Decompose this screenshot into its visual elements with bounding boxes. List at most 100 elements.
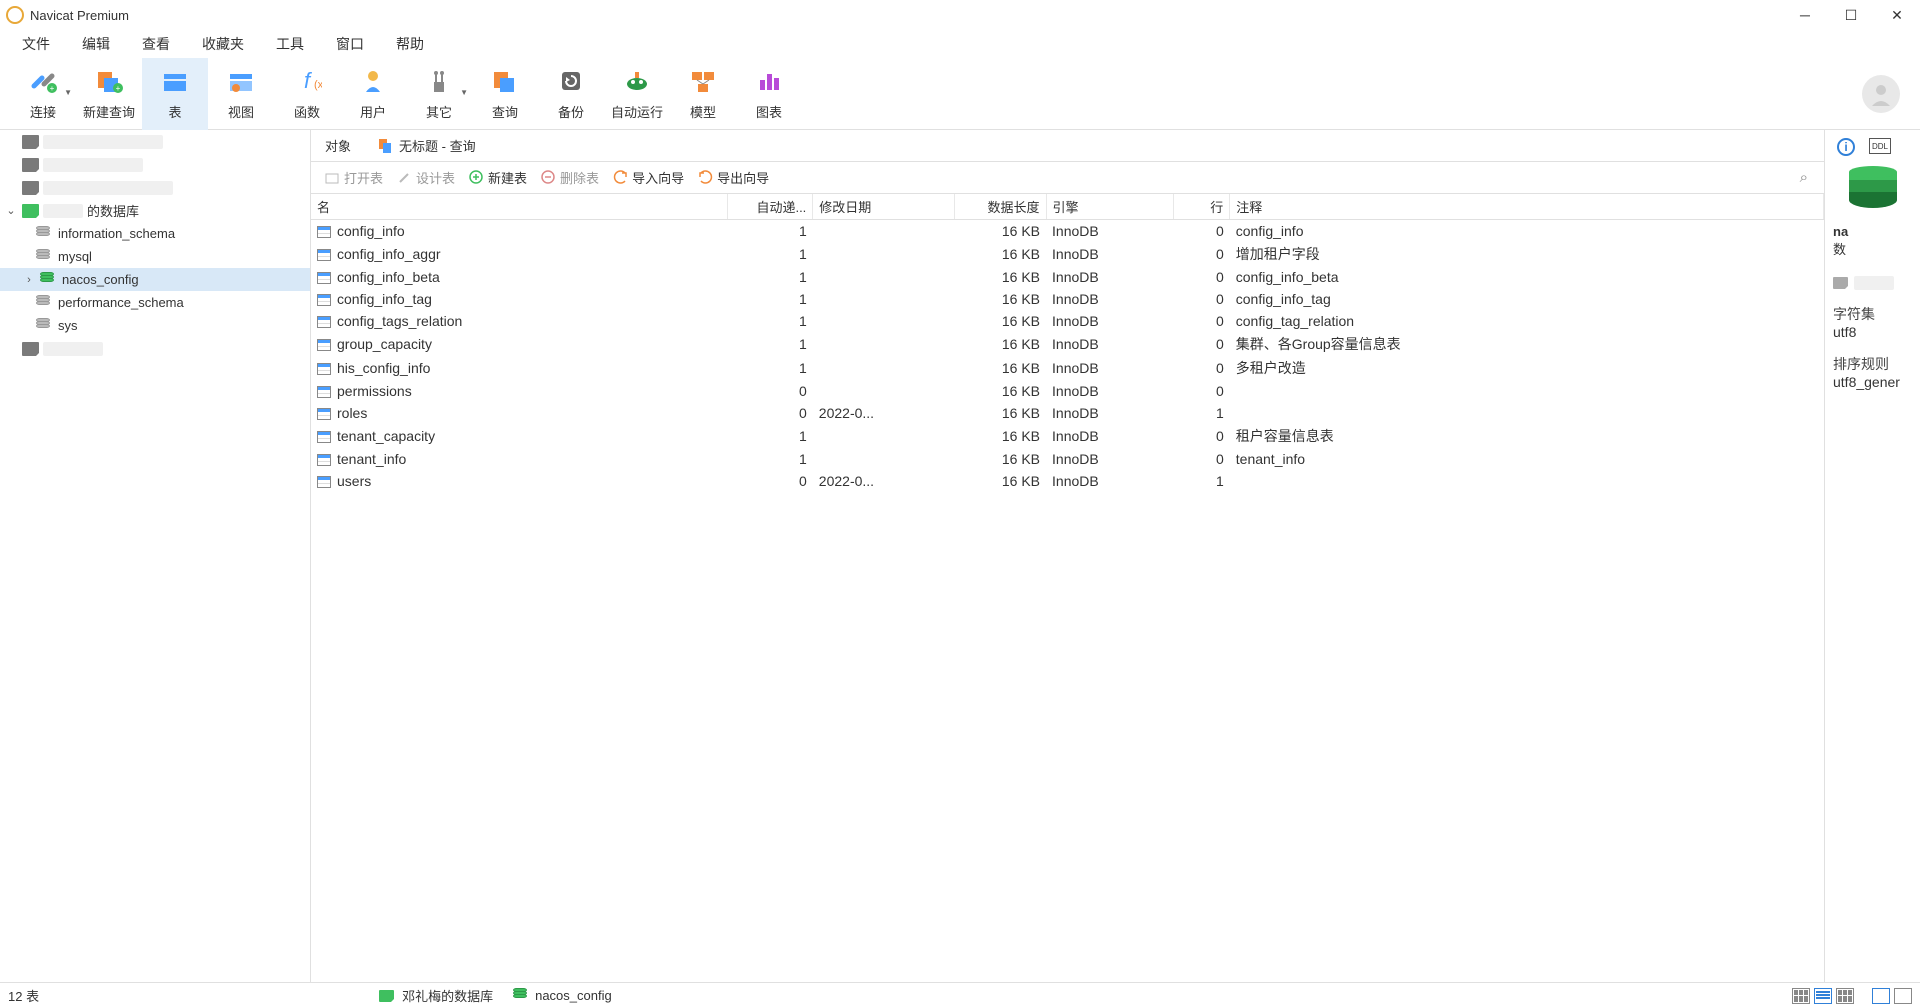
connection-mini-icon [1833,277,1848,289]
menu-查看[interactable]: 查看 [128,32,184,56]
column-header[interactable]: 数据长度 [954,194,1046,220]
status-database[interactable]: nacos_config [535,988,612,1003]
action-设计表: 设计表 [391,165,461,190]
tab-bar: 对象无标题 - 查询 [311,130,1824,162]
table-row[interactable]: config_info_beta116 KBInnoDB0config_info… [311,266,1824,288]
connection-row[interactable] [0,176,310,199]
toolbar-icon [358,66,388,96]
table-icon [317,272,331,284]
panel-right-icon[interactable] [1872,988,1890,1004]
column-header[interactable]: 行 [1173,194,1230,220]
table-icon [317,316,331,328]
info-panel: i DDL na 数 字符集 utf8 排序规则 utf8_gener [1824,130,1920,982]
column-header[interactable]: 注释 [1230,194,1824,220]
action-导入向导[interactable]: 导入向导 [607,165,690,190]
column-header[interactable]: 引擎 [1046,194,1173,220]
column-header[interactable]: 自动递... [728,194,813,220]
close-button[interactable]: ✕ [1874,0,1920,30]
toolbar-表[interactable]: 表 [142,58,208,130]
toolbar-连接[interactable]: +连接▼ [10,58,76,130]
menu-文件[interactable]: 文件 [8,32,64,56]
database-row[interactable]: ›nacos_config [0,268,310,291]
database-icon [36,227,50,241]
connection-row[interactable] [0,153,310,176]
action-打开表: 打开表 [319,165,389,190]
redacted [43,158,143,172]
status-bar: 12 表 邓礼梅的数据库 nacos_config [0,982,1920,1008]
table-row[interactable]: users02022-0...16 KBInnoDB1 [311,470,1824,492]
menu-窗口[interactable]: 窗口 [322,32,378,56]
table-icon [317,226,331,238]
menu-收藏夹[interactable]: 收藏夹 [188,32,258,56]
table-row[interactable]: group_capacity116 KBInnoDB0集群、各Group容量信息… [311,332,1824,356]
maximize-button[interactable]: ☐ [1828,0,1874,30]
view-list-icon[interactable] [1814,988,1832,1004]
toolbar-icon: f(x) [292,66,322,96]
toolbar-其它[interactable]: 其它▼ [406,58,472,130]
database-status-icon [513,989,527,1003]
view-grid-icon[interactable] [1792,988,1810,1004]
charset-label: 字符集 [1833,304,1912,324]
toolbar-新建查询[interactable]: +新建查询 [76,58,142,130]
table-row[interactable]: his_config_info116 KBInnoDB0多租户改造 [311,356,1824,380]
database-row[interactable]: mysql [0,245,310,268]
connection-row[interactable] [0,130,310,153]
charset-value: utf8 [1833,324,1912,340]
table-row[interactable]: config_info_aggr116 KBInnoDB0增加租户字段 [311,242,1824,266]
menu-工具[interactable]: 工具 [262,32,318,56]
database-icon [36,296,50,310]
table-icon [317,249,331,261]
connection-icon [22,181,39,195]
table-row[interactable]: permissions016 KBInnoDB0 [311,380,1824,402]
redacted [43,342,103,356]
toolbar-icon [490,66,520,96]
toolbar-用户[interactable]: 用户 [340,58,406,130]
database-row[interactable]: sys [0,314,310,337]
toolbar-icon [424,66,454,96]
view-detail-icon[interactable] [1836,988,1854,1004]
minimize-button[interactable]: ─ [1782,0,1828,30]
tab[interactable]: 对象 [311,130,365,161]
search-icon[interactable]: ⌕ [1800,169,1816,186]
table-row[interactable]: tenant_capacity116 KBInnoDB0租户容量信息表 [311,424,1824,448]
design-icon [397,170,412,185]
toolbar-icon [688,66,718,96]
toolbar-查询[interactable]: 查询 [472,58,538,130]
toolbar-视图[interactable]: 视图 [208,58,274,130]
column-header[interactable]: 修改日期 [813,194,954,220]
user-avatar[interactable] [1862,75,1900,113]
table-row[interactable]: config_info116 KBInnoDB0config_info [311,220,1824,242]
toolbar-模型[interactable]: 模型 [670,58,736,130]
database-row[interactable]: information_schema [0,222,310,245]
status-connection[interactable]: 邓礼梅的数据库 [402,986,493,1005]
ddl-icon[interactable]: DDL [1869,138,1891,154]
toolbar-自动运行[interactable]: 自动运行 [604,58,670,130]
toolbar-函数[interactable]: f(x)函数 [274,58,340,130]
collation-label: 排序规则 [1833,354,1912,374]
database-icon [1849,166,1897,208]
tab[interactable]: 无标题 - 查询 [365,130,490,161]
toolbar-备份[interactable]: 备份 [538,58,604,130]
table-icon [317,386,331,398]
connection-icon [22,204,39,218]
action-新建表[interactable]: 新建表 [463,165,533,190]
menubar: 文件编辑查看收藏夹工具窗口帮助 [0,30,1920,58]
table-row[interactable]: roles02022-0...16 KBInnoDB1 [311,402,1824,424]
minus-icon [541,170,556,185]
panel-bottom-icon[interactable] [1894,988,1912,1004]
database-icon [36,250,50,264]
table-row[interactable]: config_info_tag116 KBInnoDB0config_info_… [311,288,1824,310]
menu-编辑[interactable]: 编辑 [68,32,124,56]
table-row[interactable]: config_tags_relation116 KBInnoDB0config_… [311,310,1824,332]
action-bar: 打开表设计表新建表删除表导入向导导出向导⌕ [311,162,1824,194]
action-导出向导[interactable]: 导出向导 [692,165,775,190]
connection-row[interactable] [0,337,310,360]
toolbar-图表[interactable]: 图表 [736,58,802,130]
toolbar-icon [754,66,784,96]
menu-帮助[interactable]: 帮助 [382,32,438,56]
connection-row[interactable]: ⌄的数据库 [0,199,310,222]
column-header[interactable]: 名 [311,194,728,220]
database-row[interactable]: performance_schema [0,291,310,314]
info-icon[interactable]: i [1837,138,1855,156]
table-row[interactable]: tenant_info116 KBInnoDB0tenant_info [311,448,1824,470]
